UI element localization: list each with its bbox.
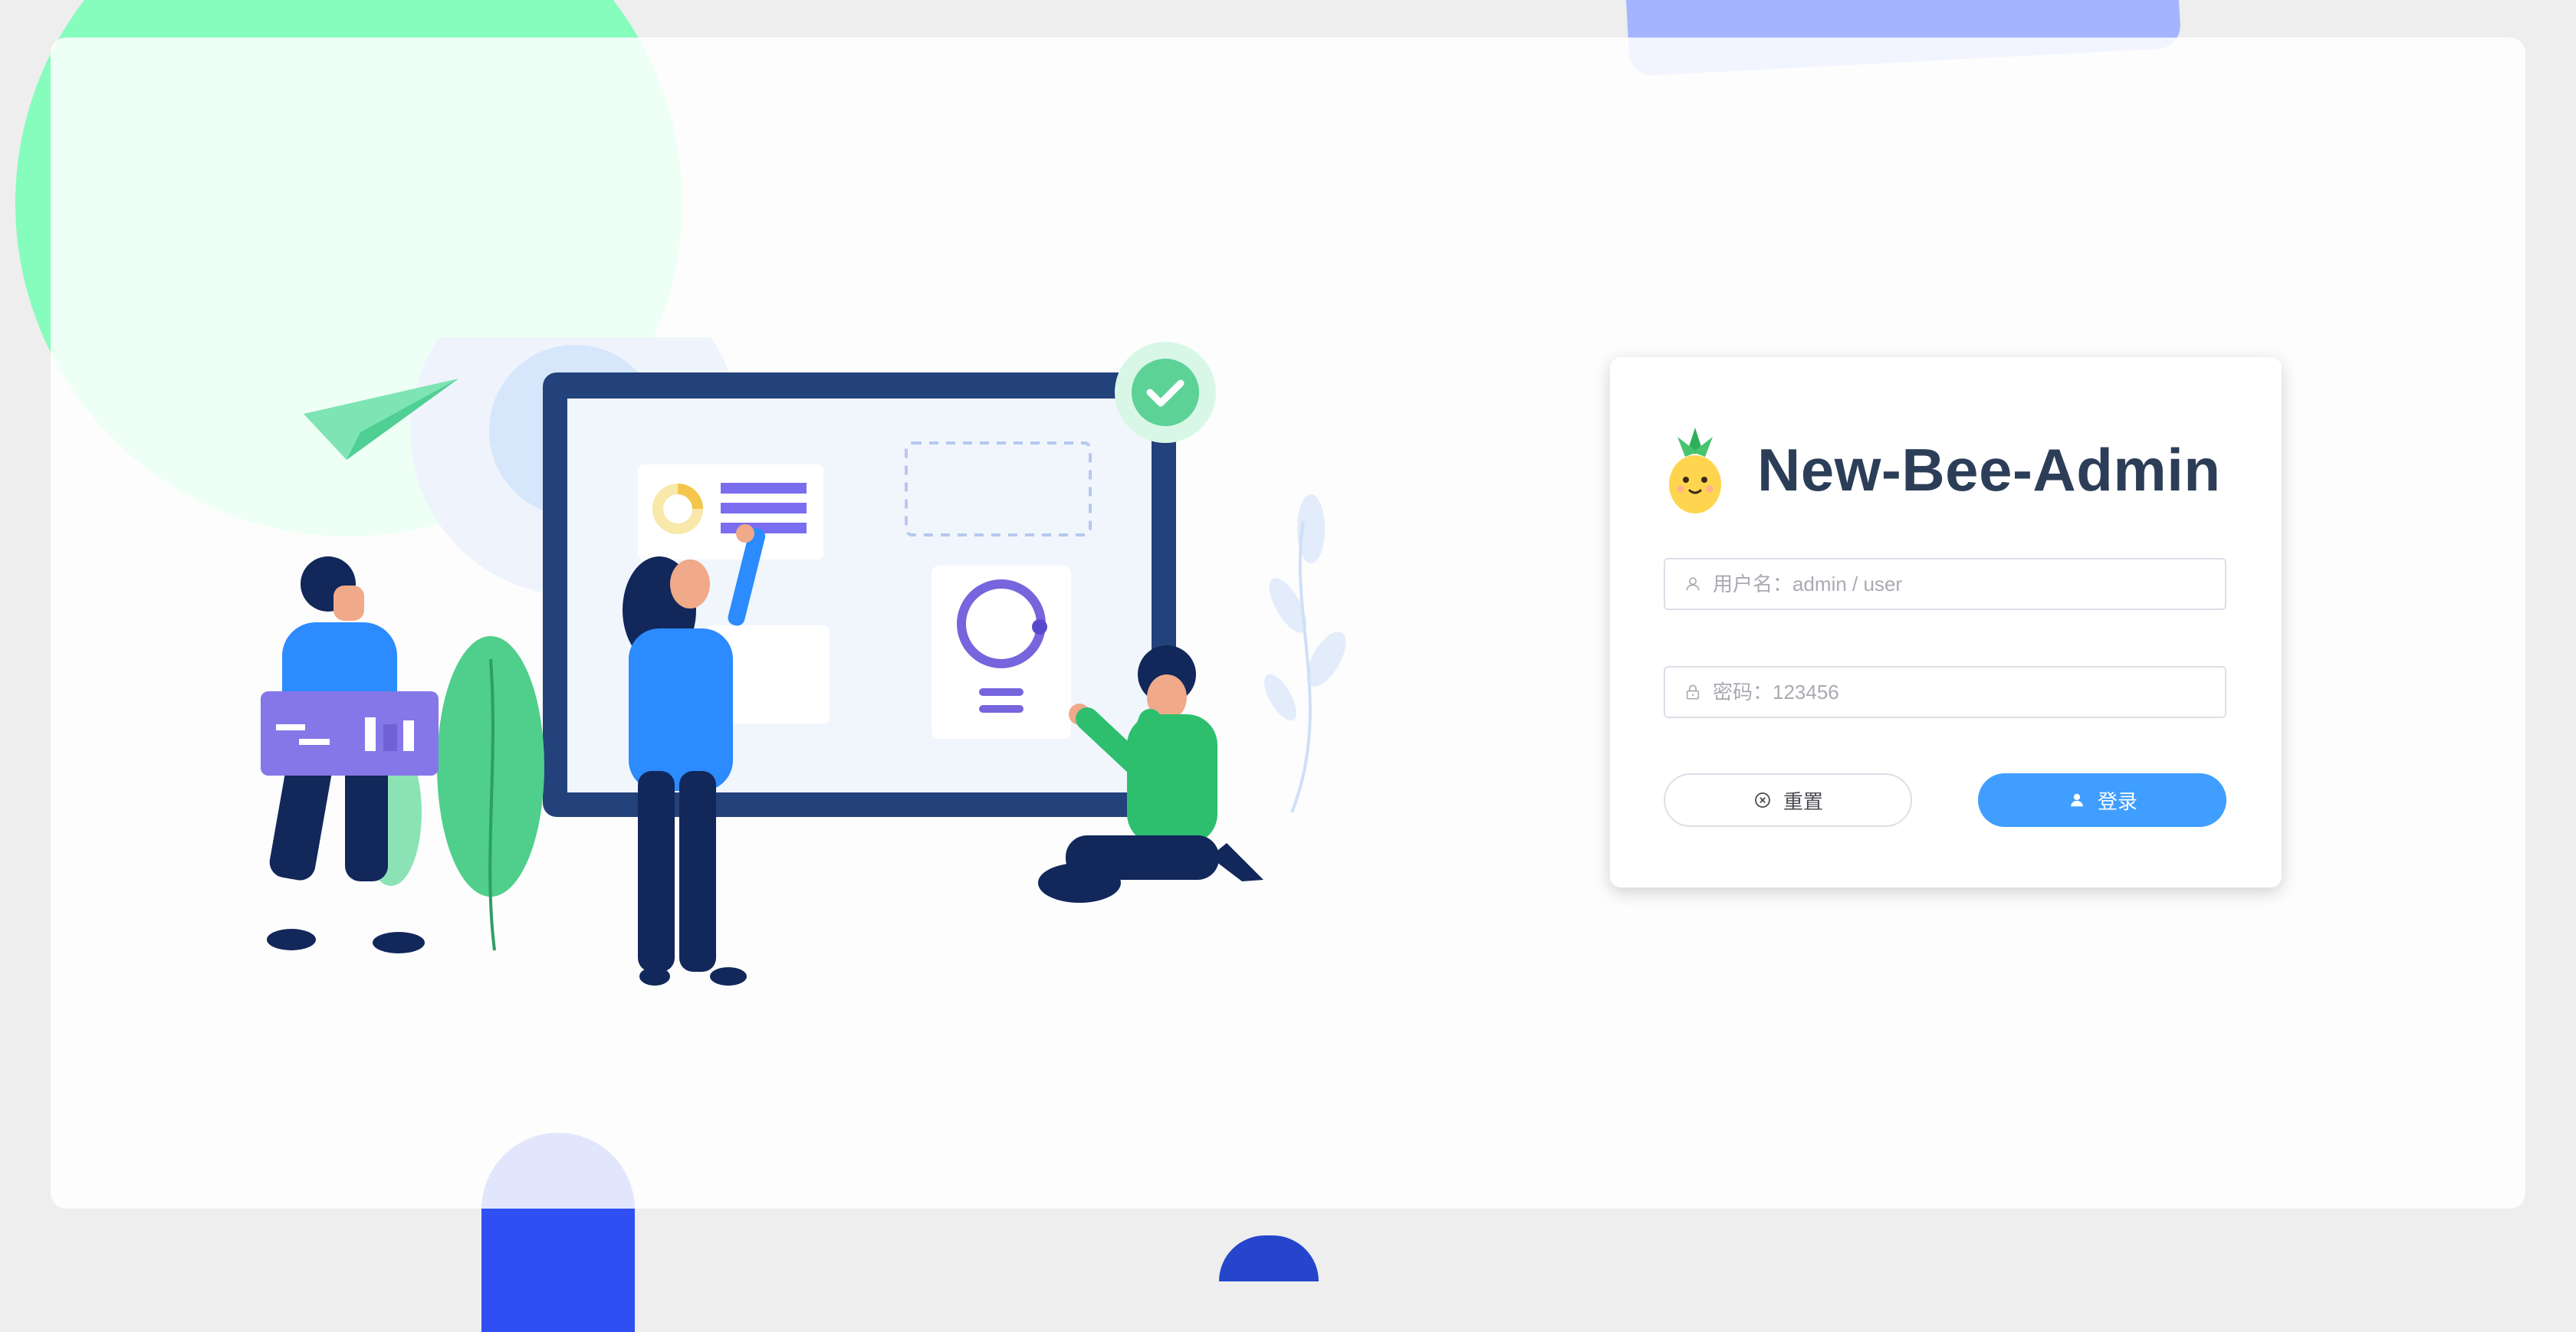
circle-x-icon [1753, 790, 1773, 810]
password-input[interactable] [1711, 668, 2225, 716]
login-button[interactable]: 登录 [1978, 773, 2226, 827]
password-field[interactable] [1664, 666, 2226, 718]
pineapple-logo-icon [1662, 428, 1728, 513]
reset-button[interactable]: 重置 [1664, 773, 1912, 827]
login-button-label: 登录 [2097, 789, 2137, 813]
username-input[interactable] [1711, 560, 2225, 608]
username-field[interactable] [1664, 558, 2226, 610]
user-filled-icon [2067, 790, 2087, 810]
team-dashboard-illustration [261, 337, 1346, 986]
plant-right-illustration [1264, 494, 1346, 813]
decor-dark-blue-shape [1219, 1235, 1319, 1281]
lock-icon [1682, 681, 1704, 703]
login-card: New-Bee-Admin 重置 [1610, 357, 2282, 887]
person-left-illustration [261, 556, 439, 953]
check-badge-icon [1115, 342, 1216, 443]
reset-button-label: 重置 [1783, 789, 1823, 813]
app-title: New-Bee-Admin [1757, 436, 2221, 504]
user-icon [1682, 573, 1704, 595]
